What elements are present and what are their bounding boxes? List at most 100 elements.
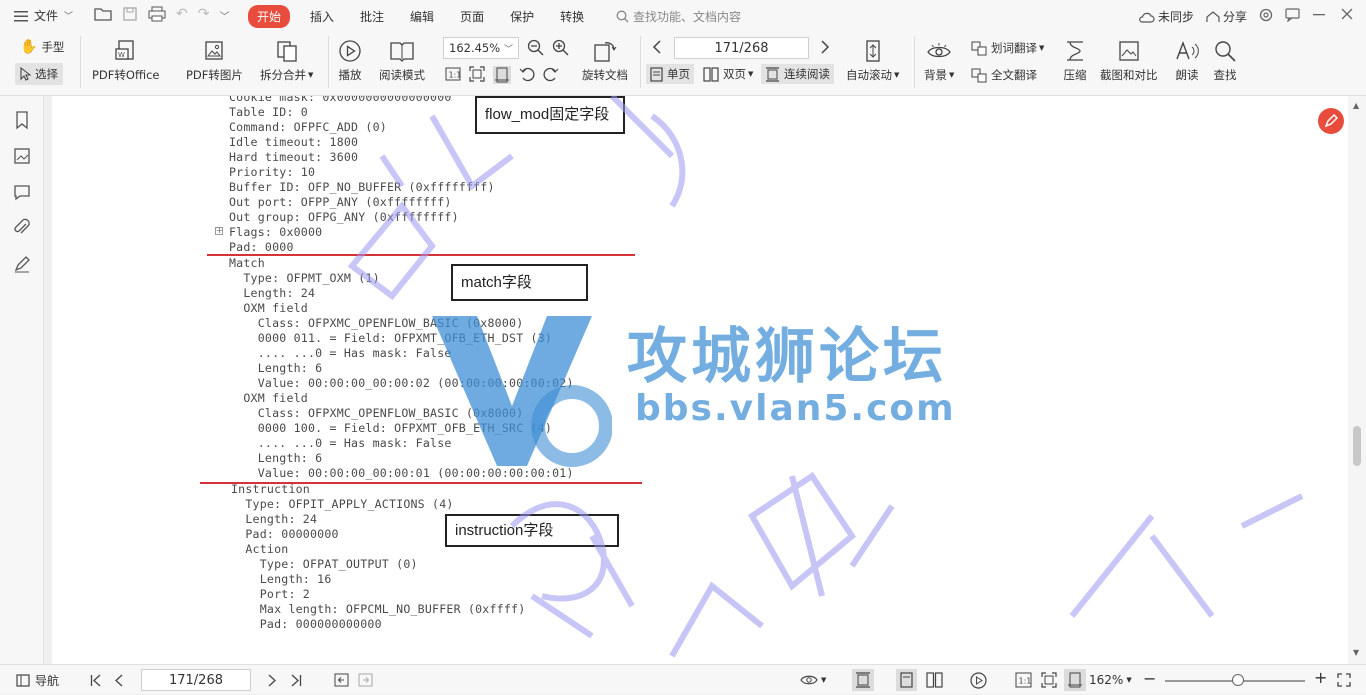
cursor-arrow-icon [20, 67, 31, 81]
comment-icon[interactable] [12, 182, 32, 202]
share-button[interactable]: 分享 [1205, 8, 1247, 25]
more-chevron-icon[interactable]: ﹀ [219, 8, 229, 23]
full-translate-button[interactable]: 全文翻译 [971, 67, 1037, 83]
find-label: 查找 [1213, 68, 1237, 82]
zoom-select[interactable]: 162.45% ﹀ [443, 37, 519, 59]
rotate-right-icon[interactable] [543, 66, 559, 84]
zoom-out-icon[interactable] [527, 39, 544, 56]
scroll-up-arrow[interactable]: ▲ [1353, 101, 1359, 110]
hand-tool-button[interactable]: ✋ 手型 [20, 39, 64, 55]
next-page-icon[interactable] [268, 674, 276, 687]
document-page[interactable]: Cookie mask: 0x0000000000000000 Table ID:… [52, 96, 1348, 664]
menu-bar: 文件 ﹀ ↶ ↷ ﹀ 开始 插入 批注 编辑 页面 保护 转换 查找功能、文档内… [0, 0, 1366, 30]
single-page-label: 单页 [667, 67, 690, 81]
tab-protect[interactable]: 保护 [510, 8, 534, 25]
single-view-icon[interactable] [896, 669, 917, 691]
zoom-out-icon[interactable]: − [1143, 671, 1156, 687]
full-translate-label: 全文翻译 [991, 68, 1037, 82]
word-translate-button[interactable]: 划词翻译 ▼ [971, 40, 1044, 56]
settings-gear-icon[interactable] [1258, 7, 1274, 23]
save-icon[interactable] [122, 6, 138, 23]
redo-icon[interactable]: ↷ [198, 6, 210, 23]
actual-size-icon[interactable]: 1:1 [1015, 672, 1032, 688]
status-zoom-value: 162% [1089, 673, 1124, 687]
feedback-icon[interactable] [1285, 8, 1300, 22]
attachment-icon[interactable] [12, 218, 32, 238]
fit-width-icon[interactable] [1064, 669, 1086, 691]
pdf-to-image-button[interactable]: PDF转图片 [186, 38, 243, 83]
rotate-left-icon[interactable] [519, 66, 535, 84]
pdf-to-office-label: PDF转Office [92, 68, 160, 82]
zoom-in-icon[interactable] [552, 39, 569, 56]
bookmark-icon[interactable] [12, 110, 32, 130]
prev-page-icon[interactable] [652, 40, 662, 54]
play-icon[interactable] [970, 672, 987, 689]
scroll-down-arrow[interactable]: ▼ [1353, 648, 1359, 657]
fit-page-icon[interactable] [469, 66, 485, 84]
forward-icon[interactable] [358, 673, 373, 687]
chevron-down-icon: ﹀ [503, 44, 513, 55]
screenshot-compare-button[interactable]: 截图和对比 [1100, 38, 1158, 83]
auto-scroll-button[interactable]: 自动滚动 ▼ [846, 38, 899, 83]
navigation-toggle[interactable]: 导航 [16, 665, 59, 695]
tab-page[interactable]: 页面 [460, 8, 484, 25]
find-search-icon [1212, 38, 1238, 64]
page-input[interactable]: 171/268 [141, 669, 251, 691]
prev-page-icon[interactable] [115, 674, 123, 687]
undo-icon[interactable]: ↶ [176, 6, 188, 23]
vertical-scrollbar[interactable]: ▲ ▼ [1348, 96, 1366, 664]
print-icon[interactable] [148, 6, 166, 23]
window-minimize-icon[interactable] [1313, 14, 1325, 16]
scroll-thumb[interactable] [1353, 426, 1361, 466]
thumbnail-icon[interactable] [12, 146, 32, 166]
page-number-input[interactable]: 171/268 [674, 37, 809, 59]
background-button[interactable]: 背景 ▼ [924, 38, 954, 83]
read-aloud-button[interactable]: 朗读 [1174, 38, 1200, 83]
continuous-view-icon[interactable] [852, 669, 874, 691]
play-button[interactable]: 播放 [337, 38, 363, 83]
tab-convert[interactable]: 转换 [560, 8, 584, 25]
back-icon[interactable] [334, 673, 349, 687]
open-folder-icon[interactable] [94, 6, 112, 23]
file-menu[interactable]: 文件 ﹀ [14, 7, 73, 24]
next-page-icon[interactable] [820, 40, 830, 54]
sync-status[interactable]: 未同步 [1138, 8, 1194, 25]
search-box[interactable]: 查找功能、文档内容 [616, 8, 741, 25]
find-button[interactable]: 查找 [1212, 38, 1238, 83]
pdf-to-office-icon: W [113, 38, 139, 64]
tab-annotate[interactable]: 批注 [360, 8, 384, 25]
screenshot-icon [1116, 38, 1142, 64]
share-label: 分享 [1223, 10, 1248, 24]
zoom-slider-thumb[interactable] [1232, 674, 1244, 686]
tab-edit[interactable]: 编辑 [410, 8, 434, 25]
first-page-icon[interactable] [90, 674, 102, 687]
fit-page-icon[interactable] [1041, 672, 1057, 688]
fullscreen-icon[interactable] [1337, 673, 1351, 687]
signature-icon[interactable] [12, 254, 32, 274]
split-merge-button[interactable]: 拆分合并 ▼ [260, 38, 313, 83]
zoom-in-icon[interactable]: + [1314, 670, 1327, 686]
read-mode-button[interactable]: 阅读模式 [379, 38, 425, 83]
zoom-dropdown[interactable]: 162% ▼ [1089, 665, 1132, 695]
tab-insert[interactable]: 插入 [310, 8, 334, 25]
svg-text:1:1: 1:1 [1019, 677, 1032, 686]
window-close-icon[interactable] [1341, 8, 1353, 20]
pen-icon [1324, 114, 1338, 128]
svg-text:W: W [118, 51, 125, 59]
actual-size-icon[interactable]: 1:1 [445, 66, 461, 84]
sidebar-panel-icon [16, 673, 30, 687]
eye-mode-icon[interactable]: ▼ [800, 673, 826, 687]
share-icon [1205, 10, 1220, 23]
tab-home[interactable]: 开始 [248, 5, 291, 28]
last-page-icon[interactable] [290, 674, 302, 687]
select-tool-button[interactable]: 选择 [15, 63, 63, 85]
compress-button[interactable]: 压缩 [1062, 38, 1088, 83]
double-view-icon[interactable] [926, 672, 943, 688]
single-page-button[interactable]: 单页 [646, 64, 694, 84]
rotate-doc-button[interactable]: 旋转文档 [582, 38, 628, 83]
double-page-button[interactable]: 双页 ▼ [703, 64, 753, 84]
pdf-to-office-button[interactable]: W PDF转Office [92, 38, 159, 83]
red-float-badge[interactable] [1318, 108, 1344, 134]
continuous-read-button[interactable]: 连续阅读 [761, 64, 834, 84]
fit-width-icon[interactable] [493, 66, 511, 84]
